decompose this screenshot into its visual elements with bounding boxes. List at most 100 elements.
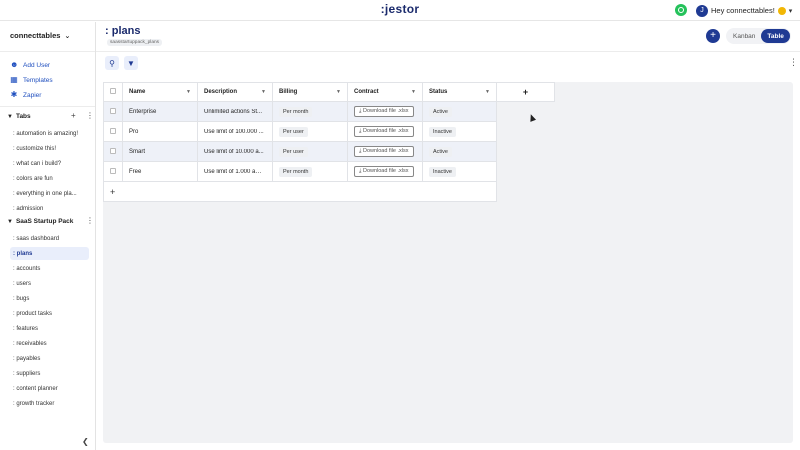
workspace-selector[interactable]: connecttables ⌄: [10, 31, 70, 40]
more-options-icon[interactable]: ⋮: [86, 216, 94, 225]
row-select-cell[interactable]: [103, 121, 123, 142]
status-cell[interactable]: Active: [422, 141, 497, 162]
sidebar-item-suppliers[interactable]: : suppliers: [10, 367, 89, 380]
description-cell[interactable]: Use limit of 1.000 act...: [197, 161, 273, 182]
divider: [0, 51, 95, 52]
sidebar-item-growth-tracker[interactable]: : growth tracker: [10, 397, 89, 410]
select-all-checkbox[interactable]: [110, 88, 116, 94]
row-checkbox[interactable]: [110, 107, 116, 114]
templates-button[interactable]: ▦ Templates: [10, 76, 52, 84]
name-cell[interactable]: Enterprise: [122, 101, 198, 122]
add-user-button[interactable]: ☻ Add User: [10, 61, 50, 69]
download-icon: ⤓: [359, 108, 362, 114]
search-button[interactable]: ⚲: [105, 56, 119, 70]
description-cell[interactable]: Use limit of 100.000 ...: [197, 121, 273, 142]
more-options-icon[interactable]: ⋮: [789, 57, 798, 68]
page-subtitle-badge: saasstartuppack_plans: [107, 39, 163, 46]
sidebar-item-saas-dashboard[interactable]: : saas dashboard: [10, 232, 89, 245]
collapse-sidebar-icon[interactable]: ❮: [82, 437, 89, 446]
caret-down-icon[interactable]: ▼: [261, 89, 266, 95]
sidebar-item-what-can-i-build[interactable]: : what can i build?: [10, 157, 89, 170]
description-cell[interactable]: Use limit of 10.000 a...: [197, 141, 273, 162]
row-select-cell[interactable]: [103, 101, 123, 122]
add-row[interactable]: +: [103, 181, 555, 202]
sidebar-item-everything[interactable]: : everything in one pla...: [10, 187, 89, 200]
add-row-button[interactable]: +: [103, 181, 497, 202]
tab-kanban[interactable]: Kanban: [727, 29, 761, 43]
status-cell[interactable]: Active: [422, 101, 497, 122]
column-label: Status: [429, 89, 448, 95]
sidebar-item-accounts[interactable]: : accounts: [10, 262, 89, 275]
select-all-cell[interactable]: [103, 82, 123, 102]
contract-cell[interactable]: ⤓ Download file .xlsx: [347, 121, 423, 142]
caret-down-icon[interactable]: ▼: [485, 89, 490, 95]
sidebar-item-admission[interactable]: : admission: [10, 202, 89, 215]
add-record-button[interactable]: +: [706, 29, 720, 43]
sidebar-item-bugs[interactable]: : bugs: [10, 292, 89, 305]
contract-cell[interactable]: ⤓ Download file .xlsx: [347, 141, 423, 162]
row-checkbox[interactable]: [110, 127, 116, 134]
billing-cell[interactable]: Per month: [272, 101, 348, 122]
sidebar-item-product-tasks[interactable]: : product tasks: [10, 307, 89, 320]
empty-cell: [496, 141, 555, 162]
name-cell[interactable]: Free: [122, 161, 198, 182]
name-cell[interactable]: Pro: [122, 121, 198, 142]
sidebar-item-users[interactable]: : users: [10, 277, 89, 290]
pack-section-toggle[interactable]: ▼ SaaS Startup Pack: [7, 218, 73, 225]
sidebar-item-content-planner[interactable]: : content planner: [10, 382, 89, 395]
avatar[interactable]: J: [696, 4, 708, 17]
row-select-cell[interactable]: [103, 141, 123, 162]
chevron-down-icon[interactable]: ▾: [789, 7, 793, 15]
row-checkbox[interactable]: [110, 147, 116, 154]
description-cell[interactable]: Unlimited actions St...: [197, 101, 273, 122]
sidebar-item-payables[interactable]: : payables: [10, 352, 89, 365]
sidebar-item-automation[interactable]: : automation is amazing!: [10, 127, 89, 140]
zapier-button[interactable]: ✱ Zapier: [10, 91, 42, 99]
status-badge: Inactive: [429, 126, 456, 137]
billing-cell[interactable]: Per user: [272, 141, 348, 162]
description-text: Use limit of 1.000 act...: [204, 168, 264, 175]
download-file-button[interactable]: ⤓ Download file .xlsx: [354, 126, 414, 137]
column-header-name[interactable]: Name ▼: [122, 82, 198, 102]
status-cell[interactable]: Inactive: [422, 161, 497, 182]
sidebar-item-features[interactable]: : features: [10, 322, 89, 335]
user-menu[interactable]: J Hey connecttables! ▾: [696, 3, 792, 18]
row-checkbox[interactable]: [110, 167, 116, 174]
more-options-icon[interactable]: ⋮: [86, 111, 94, 120]
column-header-contract[interactable]: Contract ▼: [347, 82, 423, 102]
table-row[interactable]: Free Use limit of 1.000 act... Per month…: [103, 161, 555, 182]
sidebar-item-colors[interactable]: : colors are fun: [10, 172, 89, 185]
add-user-icon: ☻: [10, 60, 19, 69]
column-header-billing[interactable]: Billing ▼: [272, 82, 348, 102]
page-title: : plans: [105, 25, 141, 37]
billing-chip: Per user: [279, 126, 308, 137]
contract-cell[interactable]: ⤓ Download file .xlsx: [347, 161, 423, 182]
row-select-cell[interactable]: [103, 161, 123, 182]
add-tab-icon[interactable]: +: [71, 111, 76, 120]
column-header-description[interactable]: Description ▼: [197, 82, 273, 102]
tabs-section-toggle[interactable]: ▼ Tabs: [7, 113, 31, 120]
download-file-button[interactable]: ⤓ Download file .xlsx: [354, 166, 414, 177]
billing-cell[interactable]: Per user: [272, 121, 348, 142]
add-column-button[interactable]: +: [496, 82, 555, 102]
tab-table[interactable]: Table: [761, 29, 790, 43]
download-file-button[interactable]: ⤓ Download file .xlsx: [354, 106, 414, 117]
column-header-status[interactable]: Status ▼: [422, 82, 497, 102]
caret-down-icon[interactable]: ▼: [411, 89, 416, 95]
sidebar-item-plans[interactable]: : plans: [10, 247, 89, 260]
filter-button[interactable]: ▼: [124, 56, 138, 70]
contract-cell[interactable]: ⤓ Download file .xlsx: [347, 101, 423, 122]
page-header: : plans saasstartuppack_plans + Kanban T…: [96, 22, 800, 52]
sidebar-item-customize[interactable]: : customize this!: [10, 142, 89, 155]
caret-down-icon[interactable]: ▼: [186, 89, 191, 95]
download-file-button[interactable]: ⤓ Download file .xlsx: [354, 146, 414, 157]
status-cell[interactable]: Inactive: [422, 121, 497, 142]
name-cell[interactable]: Smart: [122, 141, 198, 162]
billing-cell[interactable]: Per month: [272, 161, 348, 182]
whatsapp-icon[interactable]: [675, 4, 687, 16]
sidebar-item-receivables[interactable]: : receivables: [10, 337, 89, 350]
table-row[interactable]: Enterprise Unlimited actions St... Per m…: [103, 101, 555, 122]
table-row[interactable]: Pro Use limit of 100.000 ... Per user ⤓ …: [103, 121, 555, 142]
caret-down-icon[interactable]: ▼: [336, 89, 341, 95]
table-row[interactable]: Smart Use limit of 10.000 a... Per user …: [103, 141, 555, 162]
